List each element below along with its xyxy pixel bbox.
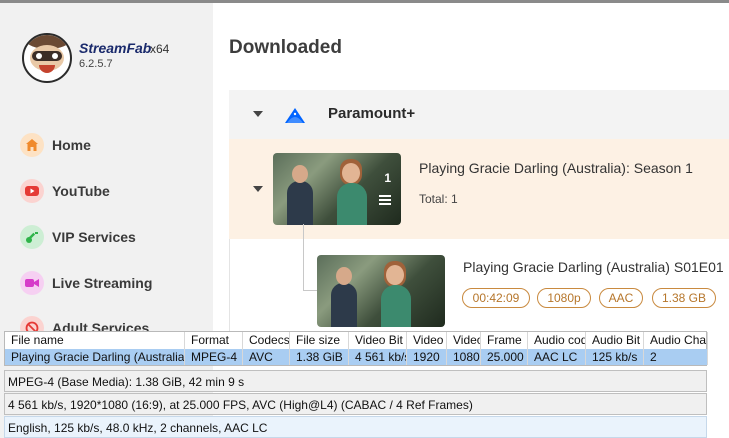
tag-duration: 00:42:09 [462,288,530,308]
cell-file-size: 1.38 GiB [290,349,349,365]
column-header[interactable]: Video [447,332,481,349]
key-icon [20,225,44,249]
table-row[interactable]: Playing Gracie Darling (Australia MPEG-4… [5,349,708,365]
cell-audio-channels: 2 [644,349,708,365]
cell-format: MPEG-4 [185,349,243,365]
mediainfo-table: File name Format Codecs File size Video … [4,331,708,366]
tag-resolution: 1080p [537,288,591,308]
youtube-icon [20,179,44,203]
app-name: StreamFab [79,40,152,56]
column-header[interactable]: Audio Bit [586,332,644,349]
tag-size: 1.38 GB [652,288,716,308]
cell-file-name: Playing Gracie Darling (Australia [5,349,185,365]
column-header[interactable]: Frame [481,332,528,349]
cell-frame-rate: 25.000 [481,349,528,365]
sidebar-item-youtube[interactable]: YouTube [20,177,110,205]
paramount-logo-icon [285,108,305,123]
sidebar-item-live-streaming[interactable]: Live Streaming [20,269,152,297]
tree-connector [303,290,317,291]
collapse-caret-icon[interactable] [253,111,263,117]
video-camera-icon [20,271,44,295]
cell-codecs: AVC [243,349,290,365]
mediainfo-header-row: File name Format Codecs File size Video … [5,332,708,349]
season-caret-icon[interactable] [253,186,263,192]
season-title: Playing Gracie Darling (Australia): Seas… [419,160,693,176]
column-header[interactable]: Video Bit [349,332,407,349]
column-header[interactable]: Codecs [243,332,290,349]
sidebar-item-label: YouTube [52,183,110,199]
tree-connector [303,224,304,290]
sidebar-item-label: Home [52,137,91,153]
episode-count-badge: 1 [384,171,391,185]
column-header[interactable]: Video [407,332,447,349]
column-header[interactable]: File name [5,332,185,349]
episode-thumbnail[interactable] [317,255,445,327]
column-header[interactable]: Audio Cha [644,332,708,349]
season-thumbnail[interactable]: 1 [273,153,401,225]
sidebar-item-home[interactable]: Home [20,131,91,159]
cell-video-height: 1080 [447,349,481,365]
sidebar-item-label: Live Streaming [52,275,153,291]
episode-title: Playing Gracie Darling (Australia) S01E0… [463,259,724,275]
playlist-icon [379,195,391,207]
cell-video-width: 1920 [407,349,447,365]
streamfab-window: StreamFab x64 6.2.5.7 Home YouTube VIP S… [0,0,729,438]
column-header[interactable]: Format [185,332,243,349]
cell-audio-codec: AAC LC [528,349,586,365]
sloth-logo-icon [22,33,72,83]
home-icon [20,133,44,157]
cell-video-bitrate: 4 561 kb/s [349,349,407,365]
mediainfo-general-summary: MPEG-4 (Base Media): 1.38 GiB, 42 min 9 … [4,370,707,392]
service-name: Paramount+ [328,105,416,122]
app-arch: x64 [150,42,170,56]
column-header[interactable]: Audio cod [528,332,586,349]
tag-audio: AAC [599,288,643,308]
page-title: Downloaded [229,37,342,58]
app-version: 6.2.5.7 [79,58,113,70]
mediainfo-video-summary: 4 561 kb/s, 1920*1080 (16:9), at 25.000 … [4,393,707,415]
sidebar-item-vip-services[interactable]: VIP Services [20,223,136,251]
sidebar-item-label: VIP Services [52,229,136,245]
mediainfo-audio-summary: English, 125 kb/s, 48.0 kHz, 2 channels,… [4,416,707,438]
column-header[interactable]: File size [290,332,349,349]
season-total: Total: 1 [419,192,458,206]
cell-audio-bitrate: 125 kb/s [586,349,644,365]
